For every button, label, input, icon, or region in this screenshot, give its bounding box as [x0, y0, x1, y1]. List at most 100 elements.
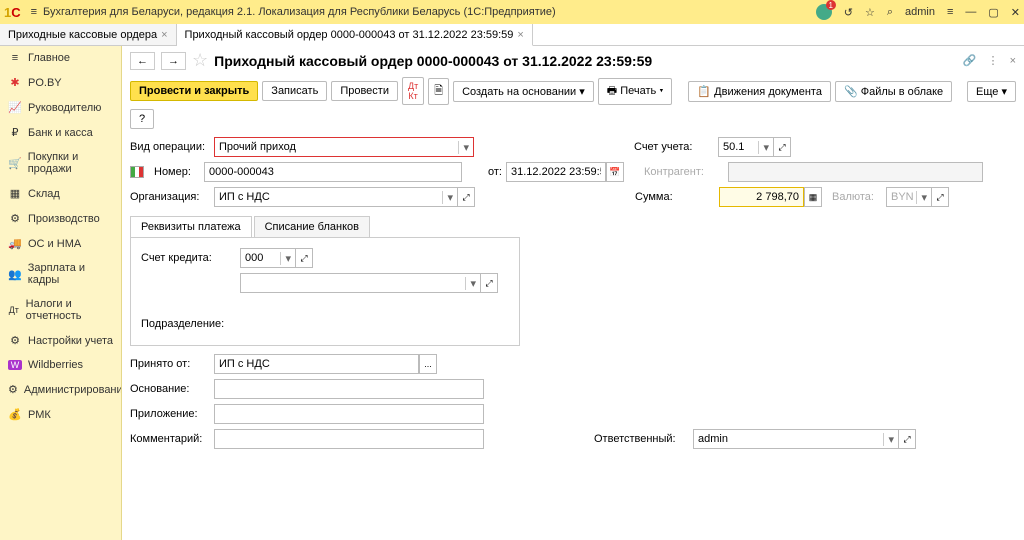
open-button[interactable]: ⤢	[773, 137, 791, 157]
responsible-label: Ответственный:	[594, 433, 689, 445]
toolbar: Провести и закрыть Записать Провести ДтК…	[130, 77, 1016, 129]
save-button[interactable]: Записать	[262, 81, 327, 101]
tab-payment-details[interactable]: Реквизиты платежа	[130, 216, 252, 237]
cloud-files-button[interactable]: 📎 Файлы в облаке	[835, 81, 952, 102]
cart-icon: 🛒	[8, 157, 22, 170]
sidebar-item-admin[interactable]: ⚙Администрирование	[0, 377, 121, 402]
chevron-down-icon: ▾	[442, 191, 453, 204]
date-input[interactable]	[506, 162, 606, 182]
comment-label: Комментарий:	[130, 433, 210, 445]
sum-label: Сумма:	[635, 191, 715, 203]
open-button[interactable]: ⤢	[480, 273, 498, 293]
tab-close-icon[interactable]: ×	[517, 29, 523, 41]
create-based-button[interactable]: Создать на основании ▾	[453, 81, 594, 102]
number-label: Номер:	[154, 166, 200, 178]
content: ← → ☆ Приходный кассовый ордер 0000-0000…	[122, 46, 1024, 540]
more-icon[interactable]: ⋮	[988, 55, 999, 67]
sidebar-item-taxes[interactable]: ДтНалоги и отчетность	[0, 292, 121, 328]
history-icon[interactable]: ↺	[844, 6, 853, 19]
credit-account-select[interactable]: 000▾	[240, 248, 295, 268]
doc-header: ← → ☆ Приходный кассовый ордер 0000-0000…	[130, 50, 1016, 71]
link-icon[interactable]: 🔗	[963, 55, 977, 67]
chevron-down-icon: ▾	[883, 433, 894, 446]
sidebar-item-bank[interactable]: ₽Банк и касса	[0, 120, 121, 145]
tab-close-icon[interactable]: ×	[161, 29, 167, 41]
search-icon[interactable]: ⌕	[887, 6, 893, 19]
sidebar-item-manager[interactable]: 📈Руководителю	[0, 95, 121, 120]
tab-document[interactable]: Приходный кассовый ордер 0000-000043 от …	[177, 24, 533, 46]
help-button[interactable]: ?	[130, 109, 154, 129]
ellipsis-button[interactable]: ...	[419, 354, 437, 374]
gear-icon: ⚙	[8, 212, 22, 225]
money-icon: ₽	[8, 126, 22, 139]
post-button[interactable]: Провести	[331, 81, 398, 101]
account-select[interactable]: 50.1▾	[718, 137, 773, 157]
forward-button[interactable]: →	[161, 52, 186, 70]
sidebar-item-poby[interactable]: ✱PO.BY	[0, 70, 121, 95]
open-button[interactable]: ⤢	[931, 187, 949, 207]
cash-icon: 💰	[8, 408, 22, 421]
close-icon[interactable]: ✕	[1011, 6, 1020, 19]
sidebar-item-main[interactable]: ≡Главное	[0, 46, 121, 70]
sidebar-item-warehouse[interactable]: ▦Склад	[0, 181, 121, 206]
chevron-down-icon: ▾	[758, 141, 769, 154]
wb-icon: W	[8, 360, 22, 370]
number-input[interactable]	[204, 162, 462, 182]
sidebar-item-wildberries[interactable]: WWildberries	[0, 353, 121, 377]
tab-forms-writeoff[interactable]: Списание бланков	[254, 216, 370, 237]
app-title: Бухгалтерия для Беларуси, редакция 2.1. …	[43, 6, 816, 18]
post-and-close-button[interactable]: Провести и закрыть	[130, 81, 258, 101]
credit-account-label: Счет кредита:	[141, 252, 236, 264]
more-button[interactable]: Еще ▾	[967, 81, 1016, 102]
calendar-icon[interactable]: 📅	[606, 162, 624, 182]
open-button[interactable]: ⤢	[457, 187, 475, 207]
gear-icon: ⚙	[8, 383, 18, 396]
basis-input[interactable]	[214, 379, 484, 399]
structure-button[interactable]: 🗎	[428, 78, 449, 105]
open-button[interactable]: ⤢	[898, 429, 916, 449]
print-button[interactable]: 🖶 Печать ▾	[598, 78, 673, 105]
maximize-icon[interactable]: ▢	[988, 6, 998, 19]
op-type-select[interactable]: Прочий приход▾	[214, 137, 474, 157]
menu-icon[interactable]: ≡	[31, 6, 37, 18]
attachment-label: Приложение:	[130, 408, 210, 420]
movements-button[interactable]: 📋 Движения документа	[688, 81, 831, 102]
subdivision-label: Подразделение:	[141, 318, 236, 330]
from-input[interactable]	[214, 354, 419, 374]
sidebar-item-settings[interactable]: ⚙Настройки учета	[0, 328, 121, 353]
sum-input[interactable]	[719, 187, 804, 207]
titlebar-actions: ↺ ☆ ⌕ admin ≡ — ▢ ✕	[816, 4, 1020, 20]
calc-icon[interactable]: ▦	[804, 187, 822, 207]
sidebar-item-sales[interactable]: 🛒Покупки и продажи	[0, 145, 121, 181]
dt-kt-button[interactable]: ДтКт	[402, 77, 424, 105]
notifications-icon[interactable]	[816, 4, 832, 20]
list-icon: ≡	[8, 52, 22, 64]
counterparty-input	[728, 162, 983, 182]
sidebar-item-hr[interactable]: 👥Зарплата и кадры	[0, 256, 121, 292]
tab-list[interactable]: Приходные кассовые ордера ×	[0, 24, 177, 45]
subconto-select[interactable]: ▾	[240, 273, 480, 293]
star-icon[interactable]: ☆	[192, 50, 208, 71]
responsible-select[interactable]: admin▾	[693, 429, 898, 449]
sidebar-item-assets[interactable]: 🚚ОС и НМА	[0, 231, 121, 256]
user-label[interactable]: admin	[905, 6, 935, 18]
attachment-input[interactable]	[214, 404, 484, 424]
open-button[interactable]: ⤢	[295, 248, 313, 268]
settings-icon[interactable]: ≡	[947, 6, 953, 18]
dt-icon: Дт	[8, 305, 20, 315]
op-type-label: Вид операции:	[130, 141, 210, 153]
favorite-icon[interactable]: ☆	[865, 6, 875, 19]
app-logo: 1С	[4, 5, 21, 20]
flag-icon[interactable]	[130, 166, 144, 178]
sidebar-item-production[interactable]: ⚙Производство	[0, 206, 121, 231]
minimize-icon[interactable]: —	[965, 6, 976, 18]
sidebar-item-rmk[interactable]: 💰РМК	[0, 402, 121, 427]
back-button[interactable]: ←	[130, 52, 155, 70]
chevron-down-icon: ▾	[458, 141, 469, 154]
counterparty-label: Контрагент:	[644, 166, 724, 178]
org-select[interactable]: ИП с НДС▾	[214, 187, 457, 207]
currency-label: Валюта:	[832, 191, 882, 203]
close-icon[interactable]: ×	[1010, 55, 1016, 67]
comment-input[interactable]	[214, 429, 484, 449]
document-title: Приходный кассовый ордер 0000-000043 от …	[214, 53, 949, 69]
